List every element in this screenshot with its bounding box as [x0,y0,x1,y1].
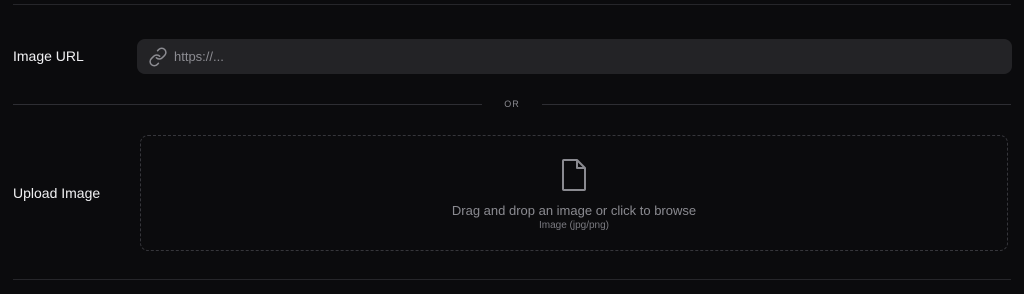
image-url-label: Image URL [13,48,84,64]
image-dropzone[interactable]: Drag and drop an image or click to brows… [140,135,1008,251]
dropzone-title: Drag and drop an image or click to brows… [451,203,697,218]
dropzone-subtitle: Image (jpg/png) [538,220,610,231]
upload-image-label: Upload Image [13,185,101,201]
or-line-right [541,103,1011,105]
link-icon [148,47,168,67]
bottom-divider [13,279,1011,280]
image-source-form: Image URL OR Upload Image Drag and drop … [0,0,1024,294]
image-url-input[interactable] [174,39,1012,74]
or-line-left [13,103,483,105]
image-url-input-wrapper[interactable] [137,39,1012,74]
top-divider [13,4,1011,5]
file-icon [560,158,588,192]
or-separator: OR [13,96,1011,112]
or-text: OR [504,99,520,109]
